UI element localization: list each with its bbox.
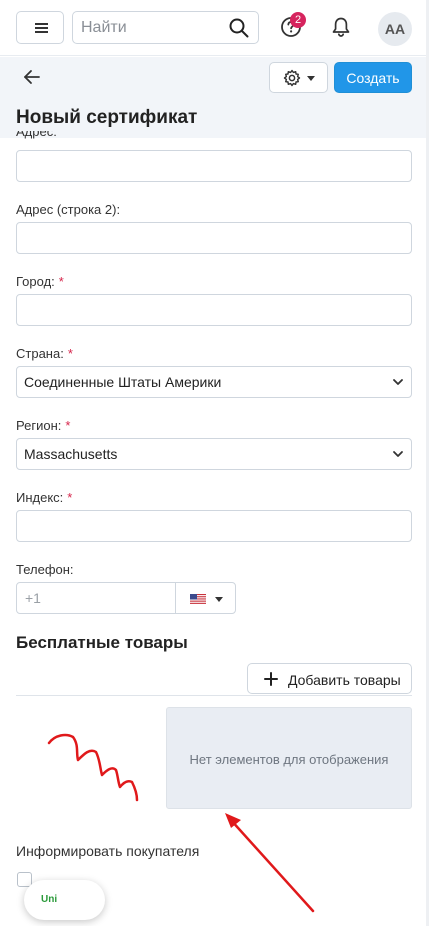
address-field[interactable] [16, 150, 412, 182]
zip-field[interactable] [16, 510, 412, 542]
us-flag-icon [190, 594, 206, 605]
required-marker: * [58, 274, 64, 289]
menu-button[interactable] [16, 11, 64, 44]
city-label: Город: * [16, 274, 64, 289]
create-button[interactable]: Создать [334, 62, 412, 93]
caret-down-icon [215, 597, 223, 602]
notification-badge: 2 [290, 12, 306, 28]
caret-down-icon [307, 76, 315, 81]
phone-prefix: +1 [25, 590, 41, 606]
country-code-dropdown[interactable] [175, 582, 236, 614]
add-items-button[interactable]: Добавить товары [247, 663, 412, 694]
address2-label: Адрес (строка 2): [16, 202, 121, 217]
country-label: Страна: * [16, 346, 73, 361]
required-marker: * [65, 418, 71, 433]
user-avatar[interactable]: AA [378, 12, 412, 46]
empty-items-placeholder: Нет элементов для отображения [166, 707, 412, 809]
bell-icon[interactable] [331, 16, 351, 38]
back-arrow-icon[interactable] [22, 68, 42, 86]
country-select[interactable]: Соединенные Штаты Америки [16, 366, 412, 398]
page-title: Новый сертификат [16, 107, 198, 128]
address-label: Адрес: [16, 131, 57, 143]
country-select-value: Соединенные Штаты Америки [24, 374, 222, 390]
address2-field[interactable] [16, 222, 412, 254]
uni-widget-label: Uni [41, 894, 58, 905]
settings-dropdown-button[interactable] [269, 62, 328, 93]
zip-label-text: Индекс: [16, 490, 64, 505]
required-marker: * [67, 346, 73, 361]
top-bar: 2 AA [0, 0, 429, 56]
city-label-text: Город: [16, 274, 55, 289]
uni-chat-widget[interactable]: Uni [24, 880, 105, 920]
section-divider [16, 695, 412, 696]
region-select[interactable]: Massachusetts [16, 438, 412, 470]
hamburger-icon [35, 23, 48, 33]
required-marker: * [67, 490, 73, 505]
annotation-scribble [47, 733, 139, 802]
chevron-down-icon [393, 451, 403, 457]
add-items-label: Добавить товары [288, 672, 401, 688]
zip-label: Индекс: * [16, 490, 72, 505]
search-icon[interactable] [228, 17, 250, 39]
gear-icon [283, 69, 301, 87]
region-label-text: Регион: [16, 418, 62, 433]
plus-icon [264, 672, 278, 686]
phone-input[interactable]: +1 [16, 582, 176, 614]
address-label-text: Адрес: [16, 131, 57, 139]
country-label-text: Страна: [16, 346, 64, 361]
chevron-down-icon [393, 379, 403, 385]
empty-items-text: Нет элементов для отображения [189, 752, 389, 767]
notify-customer-label: Информировать покупателя [16, 843, 200, 859]
annotation-arrow-line [228, 817, 315, 913]
region-label: Регион: * [16, 418, 70, 433]
annotation-arrow-head [225, 813, 241, 828]
region-select-value: Massachusetts [24, 446, 118, 462]
search-input[interactable] [81, 12, 221, 43]
search-box[interactable] [72, 11, 259, 44]
city-field[interactable] [16, 294, 412, 326]
phone-label: Телефон: [16, 562, 74, 577]
page-header: Создать Новый сертификат [0, 57, 429, 138]
free-items-title: Бесплатные товары [16, 633, 188, 652]
